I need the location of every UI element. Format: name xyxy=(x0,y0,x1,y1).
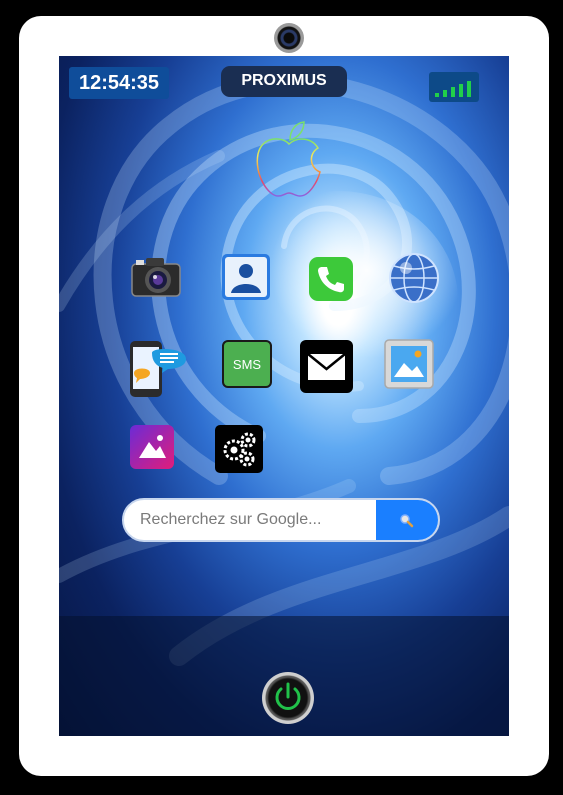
power-button[interactable] xyxy=(262,672,314,724)
apple-logo-icon xyxy=(256,121,321,197)
photos-app-icon[interactable] xyxy=(384,339,434,389)
gallery-app-icon[interactable] xyxy=(129,424,175,470)
camera-app-icon[interactable] xyxy=(130,250,182,302)
sms-label: SMS xyxy=(233,357,262,372)
search-button[interactable] xyxy=(376,500,438,540)
carrier-label: PROXIMUS xyxy=(221,66,347,97)
browser-globe-icon[interactable] xyxy=(388,252,440,304)
phone-app-icon[interactable] xyxy=(308,256,354,302)
sms-app-icon[interactable]: SMS xyxy=(222,340,272,388)
magnifier-icon xyxy=(400,514,414,528)
clock: 12:54:35 xyxy=(69,67,169,99)
signal-strength-icon xyxy=(429,72,479,102)
power-icon xyxy=(275,682,301,710)
contacts-app-icon[interactable] xyxy=(221,253,271,301)
settings-app-icon[interactable] xyxy=(214,424,264,474)
messenger-app-icon[interactable] xyxy=(128,339,188,399)
mail-app-icon[interactable] xyxy=(299,339,354,394)
google-search-bar xyxy=(122,498,440,542)
front-camera-icon xyxy=(274,23,304,53)
search-input[interactable] xyxy=(124,500,378,540)
